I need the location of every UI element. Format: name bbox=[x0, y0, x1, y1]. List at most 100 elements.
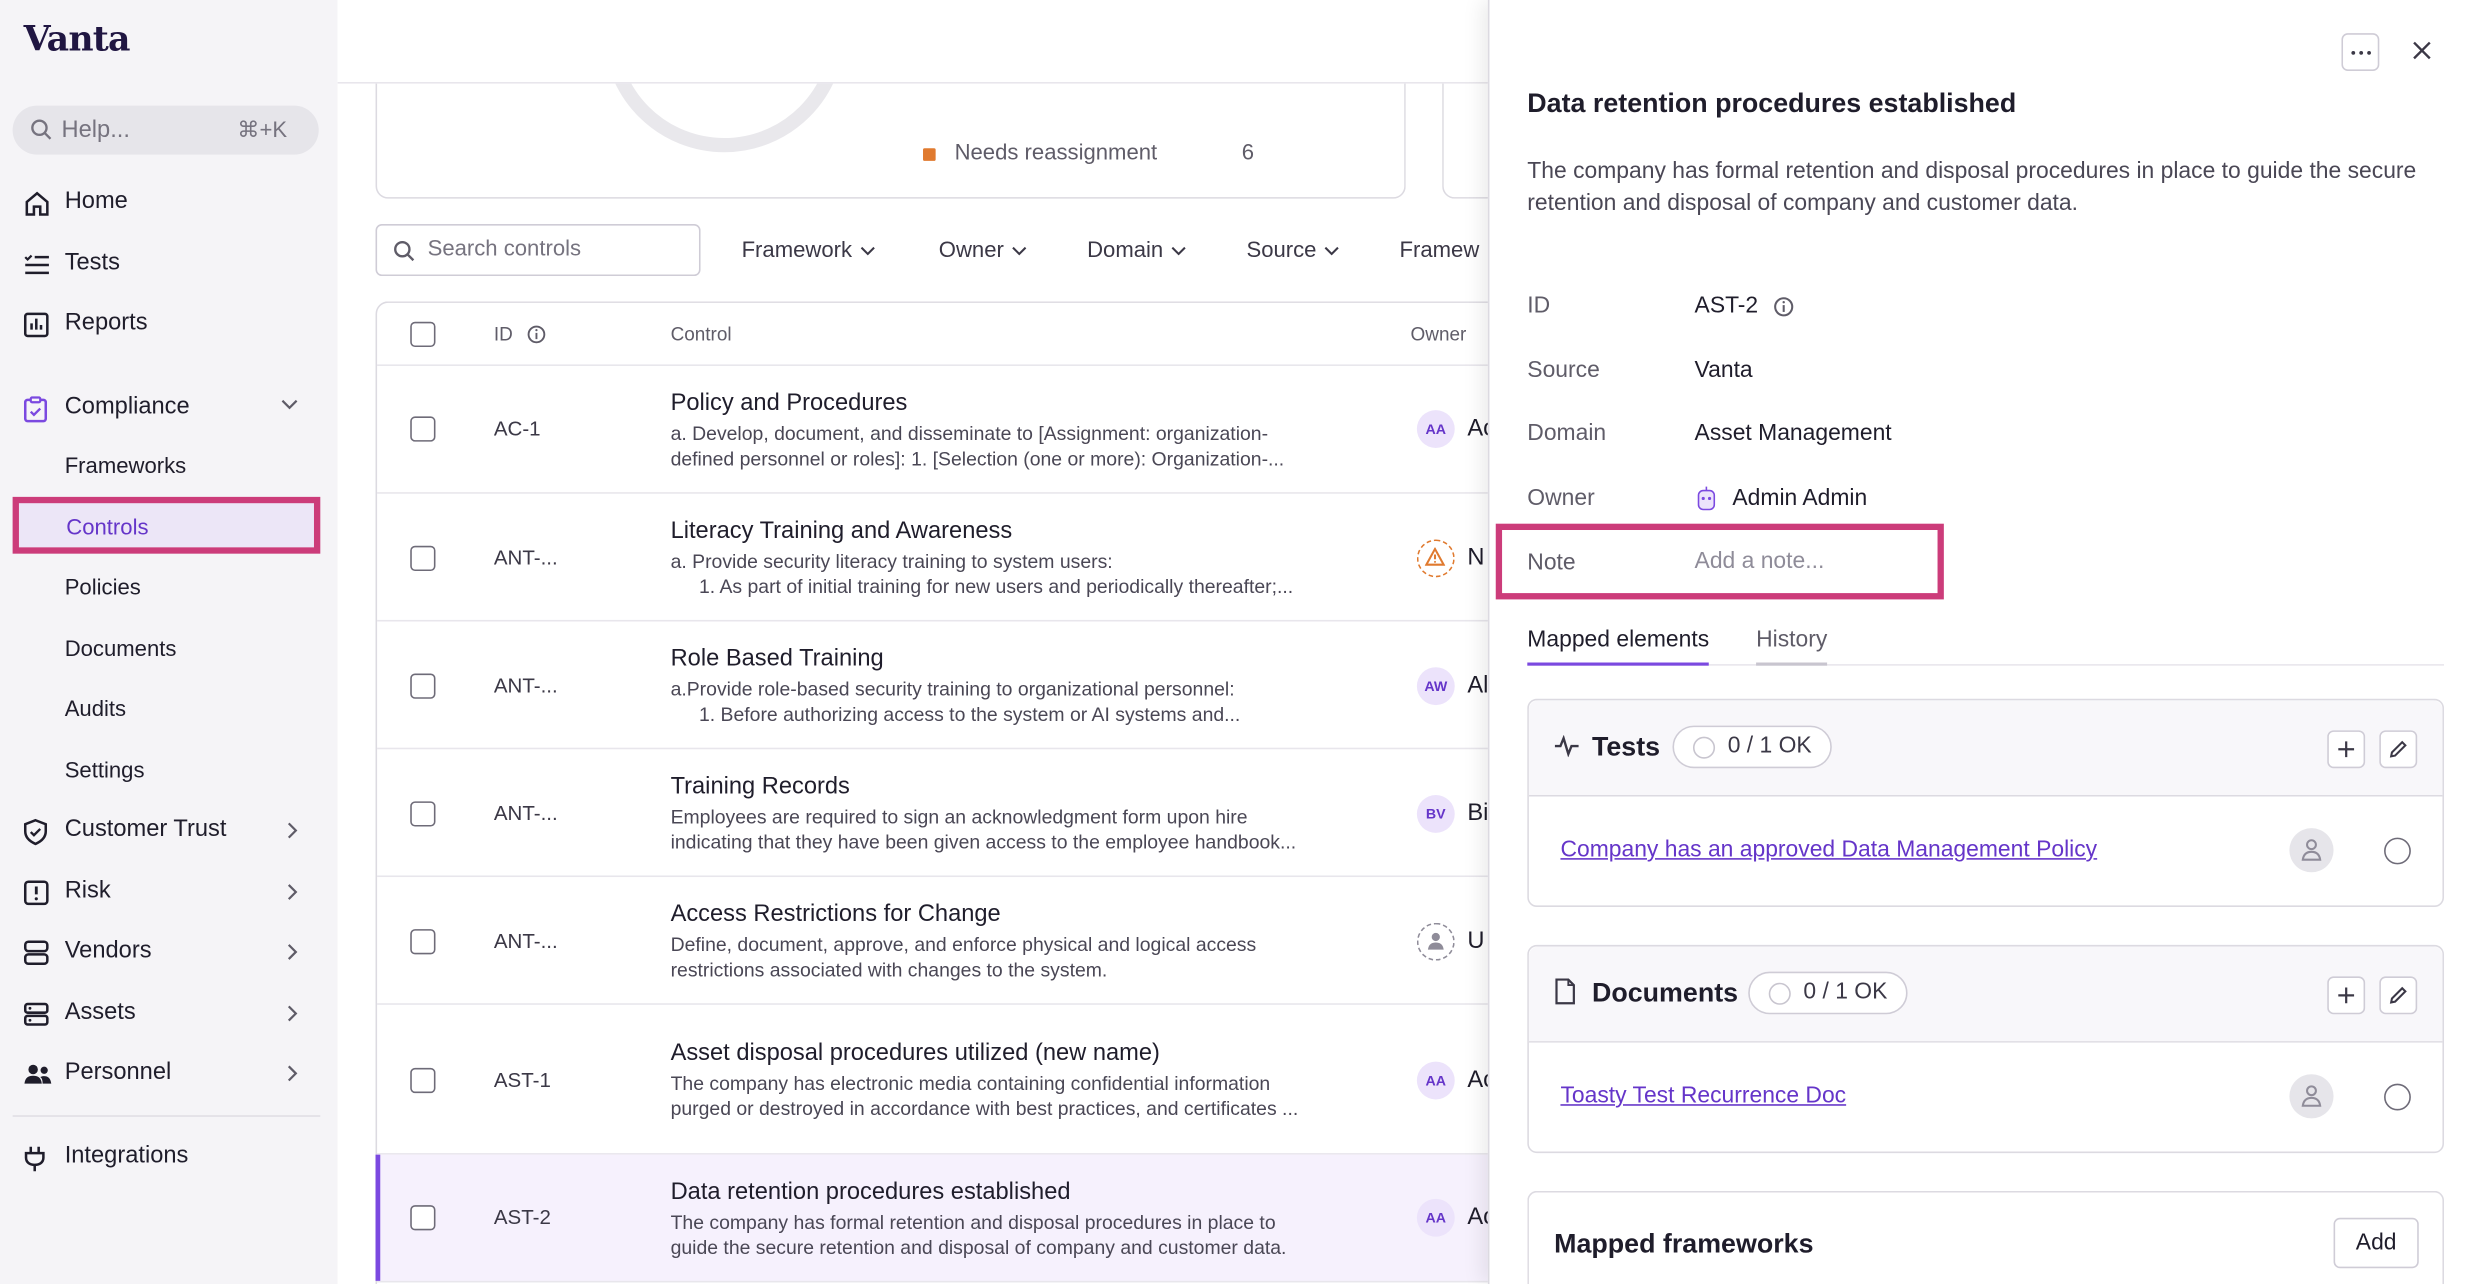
row-desc-line: defined personnel or roles]: 1. [Selecti… bbox=[670, 447, 1285, 471]
nav-risk[interactable]: Risk bbox=[0, 868, 338, 918]
nav-personnel[interactable]: Personnel bbox=[0, 1049, 338, 1099]
nav-settings[interactable]: Settings bbox=[65, 757, 145, 782]
owner-avatar: AA bbox=[1416, 410, 1455, 448]
row-checkbox[interactable] bbox=[410, 416, 436, 442]
chevron-right-icon bbox=[287, 822, 298, 839]
add-framework-button[interactable]: Add bbox=[2333, 1217, 2419, 1269]
filter-label: Framew bbox=[1399, 236, 1480, 262]
frameworks-title: Mapped frameworks bbox=[1554, 1228, 1814, 1259]
note-input[interactable] bbox=[1694, 548, 1932, 575]
nav-vendors[interactable]: Vendors bbox=[0, 928, 338, 978]
add-document-button[interactable] bbox=[2327, 976, 2366, 1015]
help-shortcut: ⌘+K bbox=[237, 116, 288, 142]
controls-table: ID Control Owner AC-1 Policy and Procedu… bbox=[375, 301, 1514, 1284]
table-row[interactable]: AC-1 Policy and Procedures a. Develop, d… bbox=[377, 366, 1514, 494]
more-options-button[interactable] bbox=[2341, 33, 2380, 71]
chevron-down-icon bbox=[1325, 247, 1340, 256]
assignee-placeholder[interactable] bbox=[2289, 1074, 2334, 1119]
search-controls[interactable] bbox=[375, 223, 701, 277]
row-id: ANT-... bbox=[493, 673, 558, 698]
close-icon[interactable] bbox=[2411, 39, 2433, 61]
nav-policies[interactable]: Policies bbox=[65, 574, 141, 599]
table-row[interactable]: ANT-... Training Records Employees are r… bbox=[377, 749, 1514, 878]
nav-assets[interactable]: Assets bbox=[0, 989, 338, 1039]
clipboard-check-icon bbox=[23, 396, 48, 423]
tab-history[interactable]: History bbox=[1756, 628, 1828, 666]
alert-square-icon bbox=[23, 880, 49, 906]
top-bar bbox=[337, 0, 1490, 84]
filter-framework[interactable]: Framework bbox=[742, 237, 876, 262]
list-check-icon bbox=[24, 254, 49, 275]
nav-reports[interactable]: Reports bbox=[0, 300, 338, 350]
owner-name: N bbox=[1467, 544, 1485, 572]
owner-avatar: AA bbox=[1416, 1198, 1455, 1237]
owner-value[interactable]: Admin Admin bbox=[1732, 486, 1867, 511]
table-row[interactable]: ANT-... Role Based Training a.Provide ro… bbox=[377, 621, 1514, 750]
row-description: a. Provide security literacy training to… bbox=[671, 549, 1365, 599]
test-status-indicator bbox=[2384, 837, 2411, 865]
nav-customer-trust[interactable]: Customer Trust bbox=[0, 806, 338, 856]
nav-documents[interactable]: Documents bbox=[65, 636, 177, 661]
tests-title: Tests bbox=[1592, 731, 1661, 762]
nav-audits[interactable]: Audits bbox=[65, 696, 126, 721]
legend-value: 6 bbox=[1241, 138, 1255, 165]
owner-name: U bbox=[1467, 927, 1485, 955]
document-link[interactable]: Toasty Test Recurrence Doc bbox=[1560, 1084, 1846, 1109]
source-value: Vanta bbox=[1694, 358, 1753, 384]
documents-section: Documents 0 / 1 OK Toasty Test Recurrenc… bbox=[1527, 944, 2445, 1154]
help-search[interactable]: Help... ⌘+K bbox=[12, 105, 319, 155]
row-id: ANT-... bbox=[493, 545, 558, 570]
row-checkbox[interactable] bbox=[410, 801, 436, 827]
nav-tests[interactable]: Tests bbox=[0, 240, 338, 290]
add-test-button[interactable] bbox=[2327, 730, 2366, 769]
note-label: Note bbox=[1527, 550, 1576, 576]
filter-label: Owner bbox=[938, 236, 1004, 262]
id-label: ID bbox=[1527, 293, 1551, 319]
row-desc-line: purged or destroyed in accordance with b… bbox=[670, 1097, 1299, 1120]
filter-framework-2[interactable]: Framew bbox=[1400, 237, 1480, 262]
vanta-logo[interactable]: Vanta bbox=[24, 19, 131, 60]
app-root: Vanta Help... ⌘+K Home Tests Reports Com… bbox=[0, 0, 2474, 1284]
nav-risk-label: Risk bbox=[64, 877, 111, 904]
main-content: Needs reassignment 6 Framework Owner Dom… bbox=[337, 0, 1537, 1284]
table-row[interactable]: AST-1 Asset disposal procedures utilized… bbox=[377, 1005, 1514, 1155]
row-desc-line: guide the secure retention and disposal … bbox=[670, 1236, 1287, 1259]
nav-frameworks[interactable]: Frameworks bbox=[65, 453, 187, 478]
nav-compliance[interactable]: Compliance bbox=[0, 383, 338, 433]
select-all-checkbox[interactable] bbox=[410, 321, 436, 348]
table-row[interactable]: ANT-... Access Restrictions for Change D… bbox=[377, 877, 1514, 1005]
search-input[interactable] bbox=[427, 235, 688, 261]
row-checkbox[interactable] bbox=[410, 1067, 436, 1094]
row-title: Access Restrictions for Change bbox=[670, 900, 1001, 928]
nav-controls-selected[interactable]: Controls bbox=[12, 496, 321, 554]
row-description: a. Develop, document, and disseminate to… bbox=[671, 421, 1365, 471]
nav-vendors-label: Vendors bbox=[64, 936, 152, 964]
header-id[interactable]: ID bbox=[494, 323, 513, 345]
filter-domain[interactable]: Domain bbox=[1087, 237, 1187, 262]
filter-source[interactable]: Source bbox=[1246, 237, 1340, 262]
row-checkbox[interactable] bbox=[410, 1205, 436, 1231]
chevron-right-icon bbox=[287, 1065, 298, 1082]
edit-documents-button[interactable] bbox=[2379, 976, 2418, 1015]
row-title: Training Records bbox=[670, 772, 850, 800]
row-checkbox[interactable] bbox=[410, 929, 436, 955]
header-owner[interactable]: Owner bbox=[1411, 323, 1467, 345]
info-icon[interactable] bbox=[1773, 297, 1794, 318]
table-row-selected[interactable]: AST-2 Data retention procedures establis… bbox=[375, 1154, 1514, 1283]
table-row[interactable]: ANT-... Literacy Training and Awareness … bbox=[377, 494, 1514, 622]
owner-label: Owner bbox=[1527, 485, 1595, 512]
test-link[interactable]: Company has an approved Data Management … bbox=[1560, 838, 2097, 863]
nav-integrations[interactable]: Integrations bbox=[0, 1133, 338, 1183]
filter-owner[interactable]: Owner bbox=[939, 237, 1028, 262]
row-checkbox[interactable] bbox=[410, 545, 436, 572]
nav-integrations-label: Integrations bbox=[64, 1142, 189, 1169]
assignee-placeholder[interactable] bbox=[2289, 828, 2334, 873]
row-desc-line: Employees are required to sign an acknow… bbox=[670, 806, 1248, 829]
documents-status-pill: 0 / 1 OK bbox=[1748, 971, 1908, 1015]
header-control[interactable]: Control bbox=[671, 323, 732, 345]
row-checkbox[interactable] bbox=[410, 673, 436, 699]
domain-label: Domain bbox=[1527, 421, 1607, 447]
edit-tests-button[interactable] bbox=[2379, 730, 2418, 769]
nav-home[interactable]: Home bbox=[0, 178, 338, 228]
tab-mapped-elements[interactable]: Mapped elements bbox=[1527, 628, 1710, 666]
